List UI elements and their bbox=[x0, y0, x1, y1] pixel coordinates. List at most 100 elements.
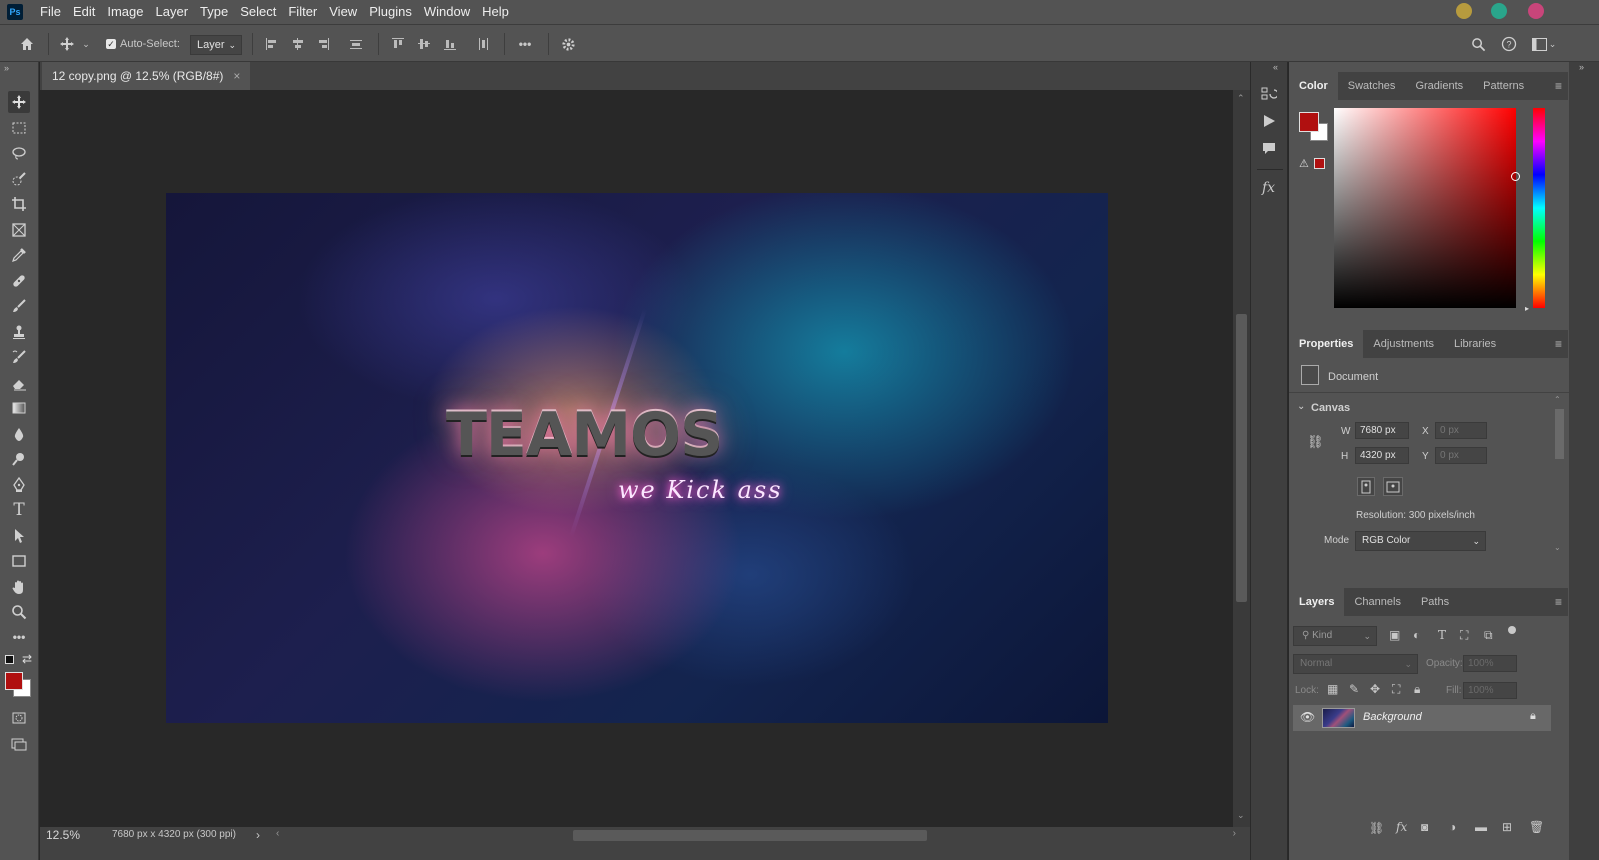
zoom-tool[interactable] bbox=[8, 601, 30, 623]
history-panel-button[interactable] bbox=[1261, 86, 1279, 105]
menu-file[interactable]: File bbox=[34, 0, 67, 24]
type-tool[interactable]: T bbox=[8, 499, 30, 521]
filter-toggle-button[interactable] bbox=[1508, 626, 1516, 634]
canvas-area[interactable]: TEAMOS we Kick ass bbox=[40, 90, 1233, 827]
canvas-image[interactable]: TEAMOS we Kick ass bbox=[166, 193, 1108, 723]
move-tool-preset[interactable] bbox=[58, 34, 76, 54]
height-input[interactable] bbox=[1355, 447, 1409, 464]
tab-libraries[interactable]: Libraries bbox=[1444, 330, 1506, 358]
clone-stamp-tool[interactable] bbox=[8, 321, 30, 343]
layer-style-button[interactable]: fx bbox=[1396, 820, 1407, 834]
crop-tool[interactable] bbox=[8, 193, 30, 215]
scroll-up-icon[interactable]: ⌃ bbox=[1237, 93, 1245, 104]
edit-toolbar-button[interactable]: ••• bbox=[8, 626, 30, 648]
tab-layers[interactable]: Layers bbox=[1289, 588, 1345, 616]
y-input[interactable] bbox=[1435, 447, 1487, 464]
tab-color[interactable]: Color bbox=[1289, 72, 1338, 100]
color-picker-field[interactable] bbox=[1334, 108, 1520, 308]
search-button[interactable] bbox=[1468, 34, 1488, 54]
mode-dropdown[interactable]: RGB Color ⌄ bbox=[1355, 531, 1486, 551]
blur-tool[interactable] bbox=[8, 423, 30, 445]
horizontal-scroll-thumb[interactable] bbox=[573, 830, 927, 841]
styles-panel-button[interactable]: fx bbox=[1262, 180, 1275, 196]
tab-adjustments[interactable]: Adjustments bbox=[1363, 330, 1444, 358]
align-right-button[interactable] bbox=[315, 34, 331, 54]
gradient-tool[interactable] bbox=[8, 397, 30, 419]
minimize-button[interactable] bbox=[1456, 3, 1472, 19]
filter-shape-button[interactable]: ⛶ bbox=[1460, 628, 1468, 643]
menu-view[interactable]: View bbox=[323, 0, 363, 24]
lock-image-button[interactable]: ✎ bbox=[1349, 682, 1359, 696]
tab-patterns[interactable]: Patterns bbox=[1473, 72, 1534, 100]
scroll-down-icon[interactable]: ⌄ bbox=[1237, 810, 1245, 821]
auto-select-target-dropdown[interactable]: Layer ⌄ bbox=[190, 35, 242, 55]
hand-tool[interactable] bbox=[8, 576, 30, 598]
brush-tool[interactable] bbox=[8, 295, 30, 317]
filter-adjustment-button[interactable]: ◐ bbox=[1413, 628, 1420, 642]
align-top-button[interactable] bbox=[390, 34, 406, 54]
adjustment-layer-button[interactable]: ◑ bbox=[1449, 820, 1456, 834]
lock-all-button[interactable]: 🔒︎ bbox=[1414, 682, 1420, 697]
comments-panel-button[interactable] bbox=[1262, 142, 1276, 159]
opacity-input[interactable]: 100% bbox=[1463, 655, 1517, 672]
close-tab-icon[interactable]: × bbox=[233, 62, 240, 90]
align-middle-button[interactable] bbox=[416, 34, 432, 54]
pen-tool[interactable] bbox=[8, 474, 30, 496]
tab-swatches[interactable]: Swatches bbox=[1338, 72, 1406, 100]
panel-menu-icon[interactable]: ≡ bbox=[1555, 595, 1562, 609]
panel-menu-icon[interactable]: ≡ bbox=[1555, 337, 1562, 351]
landscape-orientation-button[interactable] bbox=[1383, 477, 1403, 496]
link-layers-button[interactable]: ⛓ bbox=[1369, 821, 1384, 835]
align-left-button[interactable] bbox=[264, 34, 280, 54]
layer-filter-dropdown[interactable]: ⚲ Kind ⌄ bbox=[1293, 626, 1377, 646]
chevron-down-icon[interactable]: ⌄ bbox=[1297, 401, 1305, 412]
eyedropper-tool[interactable] bbox=[8, 244, 30, 266]
blend-mode-dropdown[interactable]: Normal ⌄ bbox=[1293, 654, 1418, 674]
layer-name[interactable]: Background bbox=[1363, 711, 1422, 723]
scroll-up-icon[interactable]: ⌃ bbox=[1554, 395, 1561, 404]
properties-scrollbar[interactable]: ⌃ ⌄ bbox=[1554, 395, 1565, 555]
menu-filter[interactable]: Filter bbox=[282, 0, 323, 24]
add-mask-button[interactable]: ◙ bbox=[1421, 820, 1428, 834]
out-of-gamut-swatch[interactable] bbox=[1314, 158, 1325, 169]
swap-colors-icon[interactable]: ⇄ bbox=[22, 652, 32, 666]
link-icon[interactable]: ⛓ bbox=[1307, 434, 1324, 450]
lock-transparent-button[interactable]: ▦ bbox=[1327, 682, 1338, 696]
marquee-tool[interactable] bbox=[8, 117, 30, 139]
menu-window[interactable]: Window bbox=[418, 0, 476, 24]
lock-position-button[interactable]: ✥ bbox=[1370, 682, 1380, 696]
menu-plugins[interactable]: Plugins bbox=[363, 0, 418, 24]
dodge-tool[interactable] bbox=[8, 448, 30, 470]
color-picker-handle[interactable] bbox=[1511, 172, 1520, 181]
delete-layer-button[interactable]: 🗑︎ bbox=[1529, 820, 1544, 834]
hue-slider-handle[interactable]: ▸ bbox=[1525, 304, 1529, 313]
panel-menu-icon[interactable]: ≡ bbox=[1555, 79, 1562, 93]
eye-icon[interactable]: 👁︎ bbox=[1300, 710, 1315, 724]
home-button[interactable] bbox=[16, 34, 38, 54]
scroll-left-icon[interactable]: ‹ bbox=[276, 828, 279, 839]
eraser-tool[interactable] bbox=[8, 372, 30, 394]
history-brush-tool[interactable] bbox=[8, 346, 30, 368]
new-group-button[interactable]: ▬ bbox=[1475, 820, 1487, 834]
status-menu-arrow[interactable]: › bbox=[256, 827, 260, 843]
close-window-button[interactable] bbox=[1528, 3, 1544, 19]
scroll-down-icon[interactable]: ⌄ bbox=[1554, 543, 1561, 552]
healing-brush-tool[interactable] bbox=[8, 270, 30, 292]
tab-gradients[interactable]: Gradients bbox=[1405, 72, 1473, 100]
scroll-right-icon[interactable]: › bbox=[1233, 828, 1236, 839]
help-button[interactable]: ? bbox=[1499, 34, 1519, 54]
align-bottom-button[interactable] bbox=[442, 34, 458, 54]
settings-button[interactable] bbox=[558, 34, 578, 54]
vertical-scroll-thumb[interactable] bbox=[1236, 314, 1247, 602]
default-colors-icon[interactable] bbox=[5, 655, 14, 664]
hue-slider[interactable] bbox=[1533, 108, 1545, 308]
path-selection-tool[interactable] bbox=[8, 525, 30, 547]
align-center-button[interactable] bbox=[290, 34, 306, 54]
collapse-panels-icon[interactable]: « bbox=[1273, 62, 1278, 72]
expand-panels-icon[interactable]: » bbox=[1579, 62, 1584, 72]
x-input[interactable] bbox=[1435, 422, 1487, 439]
quick-selection-tool[interactable] bbox=[8, 168, 30, 190]
filter-type-button[interactable]: T bbox=[1438, 628, 1446, 642]
tab-paths[interactable]: Paths bbox=[1411, 588, 1459, 616]
workspace-button[interactable]: ⌄ bbox=[1530, 34, 1558, 54]
